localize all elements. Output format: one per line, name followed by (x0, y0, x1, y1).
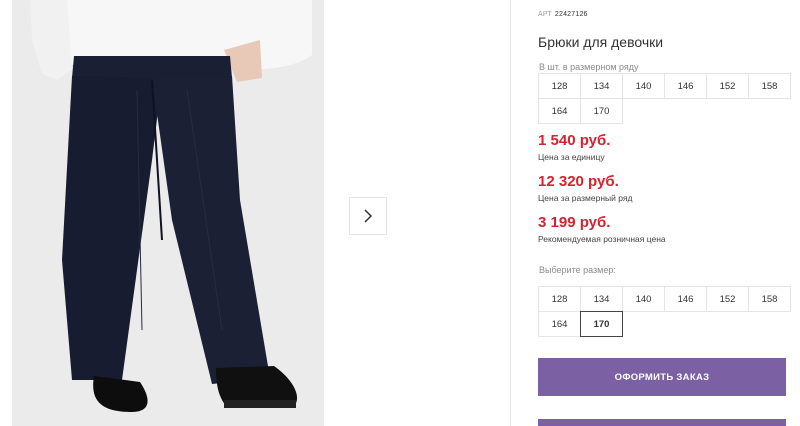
article-number: АРТ 22427126 (538, 11, 588, 18)
row-size-cell: 140 (622, 73, 665, 99)
article-value: 22427126 (554, 11, 588, 18)
row-size-cell: 158 (748, 73, 791, 99)
unit-price: 1 540 руб. (538, 132, 611, 149)
divider (510, 0, 511, 426)
select-size-caption: Выберите размер: (539, 265, 616, 275)
size-option-164[interactable]: 164 (538, 311, 581, 337)
size-option-140[interactable]: 140 (622, 286, 665, 312)
row-size-cell: 170 (580, 98, 623, 124)
size-option-170-selected[interactable]: 170 (580, 311, 623, 337)
size-option-134[interactable]: 134 (580, 286, 623, 312)
article-label: АРТ (538, 11, 552, 18)
row-price-label: Цена за размерный ряд (538, 193, 633, 203)
product-image (12, 0, 324, 426)
row-sizes-caption: В шт. в размерном ряду (539, 62, 639, 72)
size-option-158[interactable]: 158 (748, 286, 791, 312)
row-size-cell: 128 (538, 73, 581, 99)
next-image-button[interactable] (349, 197, 387, 235)
retail-price-label: Рекомендуемая розничная цена (538, 234, 666, 244)
order-button[interactable]: ОФОРМИТЬ ЗАКАЗ (538, 358, 786, 396)
row-size-cell: 152 (706, 73, 749, 99)
size-option-146[interactable]: 146 (664, 286, 707, 312)
chevron-right-icon (364, 209, 373, 223)
product-photo (12, 0, 324, 426)
size-option-128[interactable]: 128 (538, 286, 581, 312)
product-title: Брюки для девочки (538, 34, 664, 50)
size-option-152[interactable]: 152 (706, 286, 749, 312)
row-sizes-grid: 128 134 140 146 152 158 164 170 (538, 73, 792, 124)
row-size-cell: 134 (580, 73, 623, 99)
row-size-cell: 164 (538, 98, 581, 124)
retail-price: 3 199 руб. (538, 214, 611, 231)
row-size-cell: 146 (664, 73, 707, 99)
size-select-grid: 128 134 140 146 152 158 164 170 (538, 286, 792, 337)
secondary-button[interactable] (538, 419, 786, 426)
unit-price-label: Цена за единицу (538, 152, 605, 162)
row-price: 12 320 руб. (538, 173, 619, 190)
